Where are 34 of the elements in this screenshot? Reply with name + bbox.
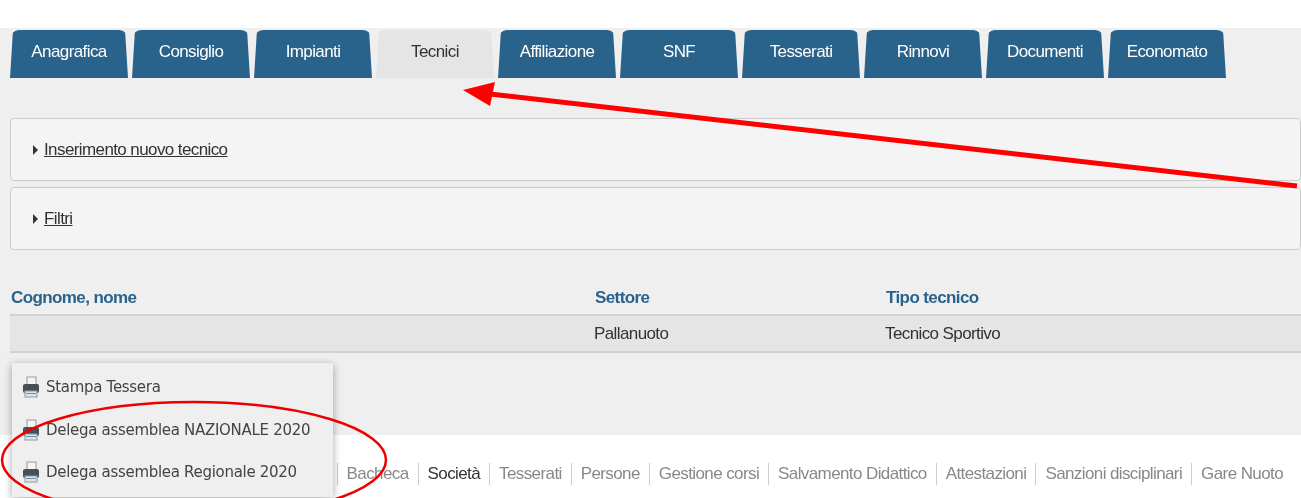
- menu-item[interactable]: Stampa Tessera: [12, 365, 333, 409]
- tab[interactable]: SNF: [620, 30, 738, 78]
- nav-link[interactable]: Persone: [570, 463, 649, 485]
- column-header: Tipo tecnico: [885, 288, 980, 309]
- menu-item[interactable]: Delega assemblea Regionale 2020: [12, 451, 333, 493]
- tab[interactable]: Consiglio: [132, 30, 250, 78]
- table-cell-text: Pallanuoto: [594, 323, 670, 344]
- nav-link[interactable]: Attestazioni: [935, 463, 1036, 485]
- panel-link[interactable]: Inserimento nuovo tecnico: [44, 139, 228, 160]
- menu-item[interactable]: Delega assemblea NAZIONALE 2020: [12, 409, 333, 451]
- tab[interactable]: Tesserati: [742, 30, 860, 78]
- nav-link[interactable]: Tesserati: [489, 463, 571, 485]
- tab[interactable]: Rinnovi: [864, 30, 982, 78]
- nav-link[interactable]: Salvamento Didattico: [768, 463, 936, 485]
- panel-link[interactable]: Filtri: [44, 208, 73, 229]
- tab[interactable]: Anagrafica: [10, 30, 128, 78]
- printer-icon: [22, 376, 40, 398]
- tab[interactable]: Documenti: [986, 30, 1104, 78]
- column-header: Settore: [594, 288, 651, 309]
- tab[interactable]: Economato: [1108, 30, 1226, 78]
- menu-item-label: Stampa Tessera: [46, 378, 161, 396]
- column-header: Cognome, nome: [10, 288, 138, 309]
- nav-link[interactable]: Gare Nuoto: [1191, 463, 1292, 485]
- menu-item-label: Delega assemblea Regionale 2020: [46, 463, 297, 481]
- nav-link[interactable]: Gestione corsi: [648, 463, 769, 485]
- nav-link[interactable]: Sanzioni disciplinari: [1035, 463, 1192, 485]
- printer-icon: [22, 419, 40, 441]
- printer-icon: [22, 461, 40, 483]
- menu-item-label: Delega assemblea NAZIONALE 2020: [46, 421, 311, 439]
- tab[interactable]: Tecnici: [376, 30, 494, 78]
- tab[interactable]: Impianti: [254, 30, 372, 78]
- tab[interactable]: Affiliazione: [498, 30, 616, 78]
- table-cell-text: Tecnico Sportivo: [885, 323, 1002, 344]
- nav-link[interactable]: Società: [417, 463, 490, 485]
